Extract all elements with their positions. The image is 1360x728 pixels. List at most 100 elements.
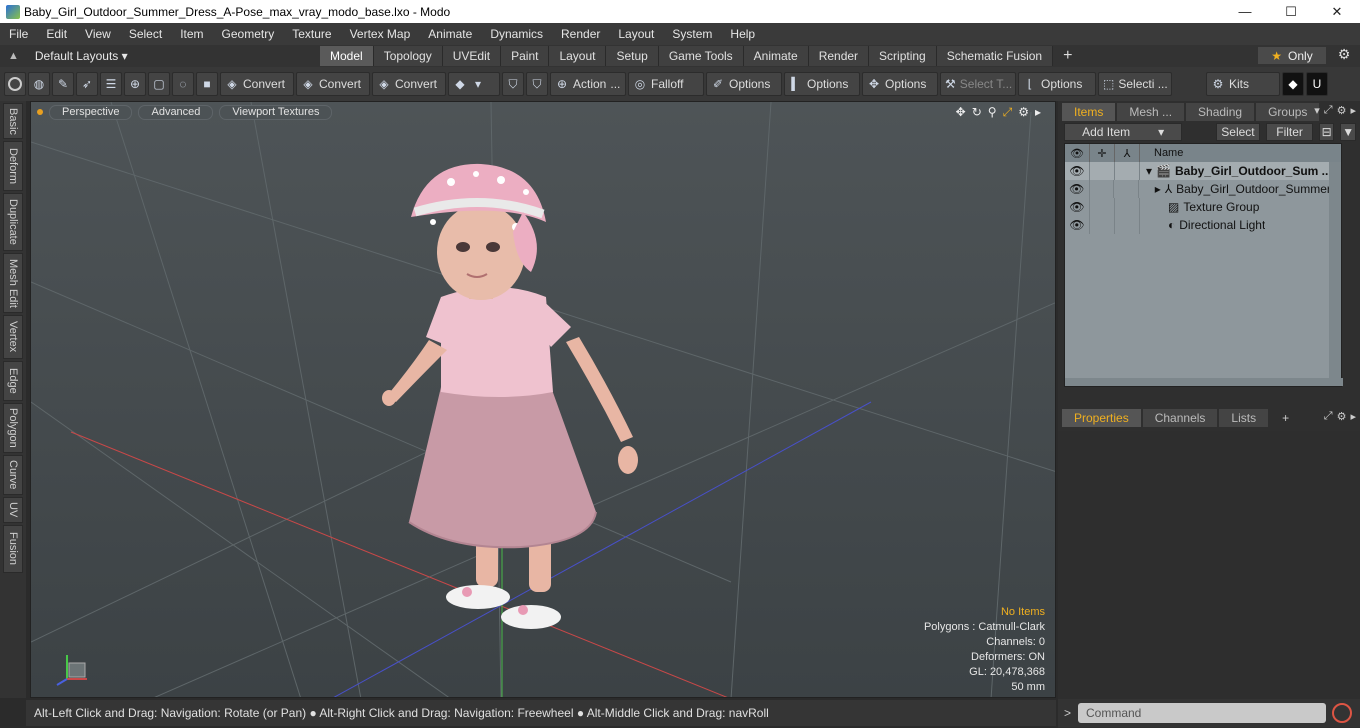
workplane-button[interactable]: ◆ ▾ xyxy=(448,72,500,96)
lock-header-icon[interactable]: ✛ xyxy=(1090,144,1115,162)
close-button[interactable]: ✕ xyxy=(1314,0,1360,23)
tab-scripting[interactable]: Scripting xyxy=(869,46,937,66)
vtab-uv[interactable]: UV xyxy=(3,497,23,523)
item-list[interactable]: 👁 ✛ ⅄ Name 👁 ▾ 🎬 Baby_Girl_Outdoor_Sum .… xyxy=(1064,143,1343,387)
viewport-menu-dot-icon[interactable] xyxy=(37,109,43,115)
viewport-scene[interactable] xyxy=(31,102,1056,698)
expand-triangle-icon[interactable]: ▸ xyxy=(1155,182,1161,196)
maximize-view-icon[interactable]: ⤢ xyxy=(1003,105,1013,120)
layouts-selector[interactable]: ▲ Default Layouts ▾ xyxy=(0,49,320,63)
tab-game-tools[interactable]: Game Tools xyxy=(658,46,744,66)
select-materials-button[interactable]: ☰ xyxy=(100,72,122,96)
viewport-gear-icon[interactable]: ⚙ xyxy=(1018,105,1029,120)
unity-button[interactable]: ◆ xyxy=(1282,72,1304,96)
options-button-4[interactable]: ⌊ Options xyxy=(1018,72,1096,96)
select-polygons-button[interactable]: ✎ xyxy=(52,72,74,96)
tab-uvedit[interactable]: UVEdit xyxy=(442,46,502,66)
menu-vertex-map[interactable]: Vertex Map xyxy=(341,27,420,41)
unreal-button[interactable]: U xyxy=(1306,72,1328,96)
vtab-deform[interactable]: Deform xyxy=(3,141,23,191)
tab-schematic-fusion[interactable]: Schematic Fusion xyxy=(936,46,1054,66)
type-header-icon[interactable]: ⅄ xyxy=(1115,144,1140,162)
vtab-fusion[interactable]: Fusion xyxy=(3,525,23,573)
panel-gear-icon[interactable]: ⚙ xyxy=(1337,104,1347,117)
menu-system[interactable]: System xyxy=(663,27,721,41)
list-item[interactable]: 👁 ▸ ⅄ Baby_Girl_Outdoor_Summer ... xyxy=(1065,180,1341,198)
baby-girl-model[interactable] xyxy=(382,163,638,629)
menu-render[interactable]: Render xyxy=(552,27,609,41)
panel-gear-icon[interactable]: ⚙ xyxy=(1337,410,1347,423)
menu-edit[interactable]: Edit xyxy=(37,27,76,41)
list-item[interactable]: 👁 ▾ 🎬 Baby_Girl_Outdoor_Sum ... xyxy=(1065,162,1341,180)
options-button-2[interactable]: ▍ Options xyxy=(784,72,860,96)
tab-lists[interactable]: Lists xyxy=(1219,409,1269,427)
tab-topology[interactable]: Topology xyxy=(373,46,443,66)
vtab-basic[interactable]: Basic xyxy=(3,103,23,139)
tab-items[interactable]: Items xyxy=(1062,103,1116,121)
select-through-button[interactable]: ⚒ Select T... xyxy=(940,72,1016,96)
menu-layout[interactable]: Layout xyxy=(609,27,663,41)
menu-select[interactable]: Select xyxy=(120,27,171,41)
tab-properties[interactable]: Properties xyxy=(1062,409,1141,427)
kits-button[interactable]: ⚙ Kits xyxy=(1206,72,1280,96)
eye-icon[interactable]: 👁 xyxy=(1065,180,1090,198)
snapping-button[interactable]: ⛉ xyxy=(526,72,548,96)
panel-expand-icon[interactable]: ▸ xyxy=(1350,104,1356,117)
box-mode-button[interactable]: ■ xyxy=(196,72,218,96)
add-panel-tab-button[interactable]: + xyxy=(1270,409,1301,427)
menu-item[interactable]: Item xyxy=(171,27,212,41)
select-pivot-button[interactable]: ⊕ xyxy=(124,72,146,96)
gear-icon[interactable]: ⚙ xyxy=(1335,46,1353,64)
menu-help[interactable]: Help xyxy=(721,27,764,41)
options-button-3[interactable]: ✥ Options xyxy=(862,72,938,96)
eye-icon[interactable]: 👁 xyxy=(1065,162,1090,180)
tab-layout[interactable]: Layout xyxy=(549,46,607,66)
perspective-button[interactable]: Perspective xyxy=(49,104,133,120)
menu-view[interactable]: View xyxy=(76,27,120,41)
panel-expand-icon[interactable]: ▸ xyxy=(1350,410,1356,423)
only-toggle[interactable]: ★ Only xyxy=(1258,47,1326,64)
list-item[interactable]: 👁 ◐ Directional Light xyxy=(1065,216,1341,234)
add-tab-button[interactable]: + xyxy=(1053,46,1082,66)
selection-sets-button[interactable]: ⬚ Selecti ... xyxy=(1098,72,1172,96)
falloff-button[interactable]: ◎ Falloff xyxy=(628,72,704,96)
move-view-icon[interactable]: ✥ xyxy=(956,105,966,120)
item-list-vertical-scrollbar[interactable] xyxy=(1329,162,1341,386)
eye-icon[interactable]: 👁 xyxy=(1065,198,1090,216)
options-button-1[interactable]: ✐ Options xyxy=(706,72,782,96)
tab-paint[interactable]: Paint xyxy=(501,46,550,66)
tab-groups[interactable]: Groups xyxy=(1256,103,1320,121)
record-icon[interactable] xyxy=(1332,703,1352,723)
convert-button-3[interactable]: ◈ Convert xyxy=(372,72,446,96)
vtab-duplicate[interactable]: Duplicate xyxy=(3,193,23,251)
select-items-button[interactable]: ➶ xyxy=(76,72,98,96)
vtab-vertex[interactable]: Vertex xyxy=(3,315,23,359)
eye-icon[interactable]: 👁 xyxy=(1065,216,1090,234)
list-item[interactable]: 👁 ▨ Texture Group xyxy=(1065,198,1341,216)
tab-render[interactable]: Render xyxy=(808,46,870,66)
select-edges-button[interactable]: ◍ xyxy=(28,72,50,96)
tab-setup[interactable]: Setup xyxy=(606,46,659,66)
vtab-mesh-edit[interactable]: Mesh Edit xyxy=(3,253,23,313)
collapse-icon[interactable]: ⊟ xyxy=(1318,123,1335,141)
menu-animate[interactable]: Animate xyxy=(419,27,481,41)
command-input[interactable]: Command xyxy=(1078,703,1326,723)
menu-file[interactable]: File xyxy=(0,27,37,41)
vtab-edge[interactable]: Edge xyxy=(3,361,23,401)
select-vertices-button[interactable] xyxy=(4,72,26,96)
item-list-horizontal-scrollbar[interactable] xyxy=(1065,378,1343,386)
tab-animate[interactable]: Animate xyxy=(743,46,809,66)
advanced-button[interactable]: Advanced xyxy=(138,104,214,120)
3d-viewport[interactable]: Perspective Advanced Viewport Textures ✥… xyxy=(30,101,1056,698)
rotate-view-icon[interactable]: ↻ xyxy=(972,105,982,120)
select-center-button[interactable]: ▢ xyxy=(148,72,170,96)
expand-triangle-icon[interactable]: ▾ xyxy=(1146,164,1152,178)
tab-mesh[interactable]: Mesh ... xyxy=(1117,103,1185,121)
panel-maximize-icon[interactable]: ⤢ xyxy=(1324,104,1333,117)
vtab-polygon[interactable]: Polygon xyxy=(3,403,23,453)
filter-button[interactable]: Filter xyxy=(1266,123,1313,141)
minimize-button[interactable]: — xyxy=(1222,0,1268,23)
symmetry-button[interactable]: ⛉ xyxy=(502,72,524,96)
default-layouts-dropdown[interactable]: Default Layouts ▾ xyxy=(35,49,128,63)
menu-dynamics[interactable]: Dynamics xyxy=(481,27,552,41)
